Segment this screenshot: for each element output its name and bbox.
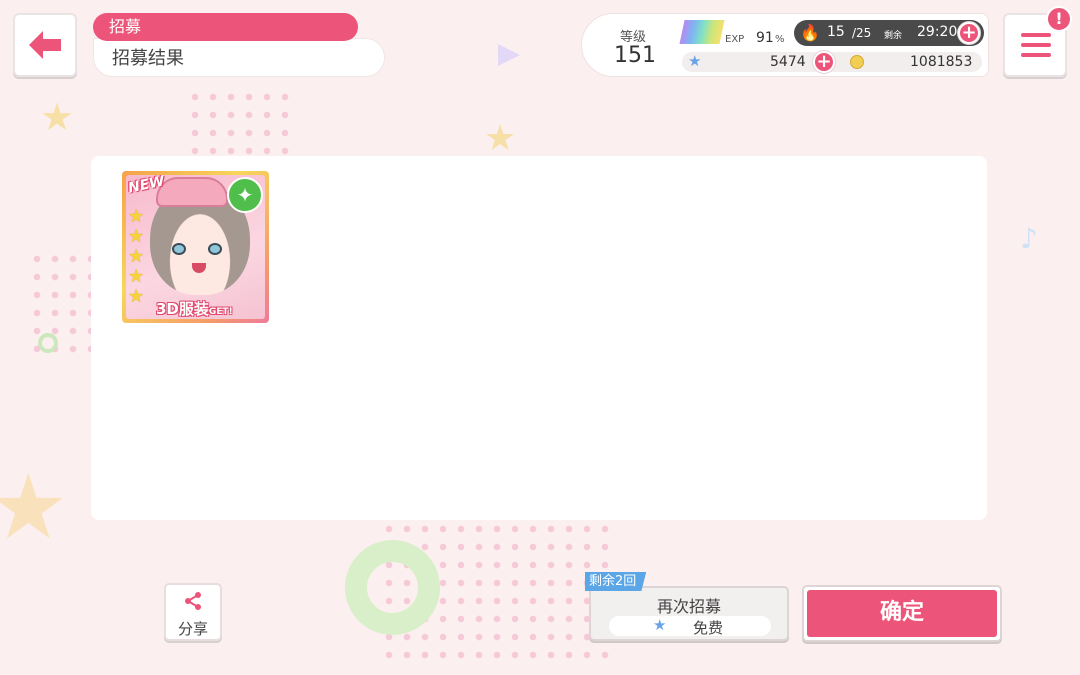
exp-rainbow-icon (679, 20, 725, 44)
confirm-button[interactable]: 确定 (802, 585, 1002, 642)
level-value: 151 (614, 43, 656, 68)
left-arrow-icon (29, 31, 61, 59)
coins-value: 1081853 (910, 54, 973, 70)
bg-note: ♪ (1020, 222, 1038, 255)
recruit-again-label: 再次招募 (656, 597, 721, 616)
rarity-star-icon: ★ (128, 206, 145, 227)
bg-triangle (498, 44, 520, 66)
bg-star: ★ (40, 95, 75, 139)
page-header: 招募结果 招募 (93, 13, 385, 77)
exp-value: 91 (756, 30, 774, 46)
stamina-remain-label: 剩余 (884, 31, 903, 41)
star-gem-icon: ★ (688, 52, 702, 70)
page-title: 招募结果 (93, 38, 385, 77)
stamina-bar: 🔥 15 /25 剩余 29:20 (794, 20, 984, 46)
hamburger-menu-icon (1021, 33, 1051, 37)
costume-bonus-text: 3D服装 (156, 300, 209, 318)
remaining-count-tag: 剩余2回 (585, 572, 647, 591)
add-star-gems-button[interactable]: + (813, 51, 835, 73)
rarity-star-icon: ★ (128, 266, 145, 287)
bg-ring (38, 333, 58, 353)
rarity-stars: ★ ★ ★ ★ ★ (128, 207, 148, 307)
confirm-label: 确定 (807, 590, 997, 637)
star-gem-icon: ★ (653, 616, 667, 634)
attribute-icon: ✦ (227, 177, 263, 213)
costume-bonus-suffix: GET! (208, 307, 233, 317)
costume-bonus-label: 3D服装GET! (156, 298, 233, 319)
recruit-again-button[interactable]: 再次招募 ★ 免费 (589, 586, 789, 641)
bg-star: ★ (484, 118, 517, 159)
add-stamina-button[interactable]: + (958, 22, 980, 44)
recruit-cost-value: 免费 (693, 619, 724, 637)
share-icon (166, 591, 220, 614)
section-tag: 招募 (93, 13, 358, 41)
hamburger-menu-icon-bar (1021, 53, 1051, 57)
coin-icon (850, 55, 864, 69)
hamburger-menu-icon-bar (1021, 43, 1051, 47)
bg-star: ★ (0, 455, 69, 560)
stamina-timer: 29:20 (917, 24, 958, 40)
rarity-star-icon: ★ (128, 286, 145, 307)
character-eye (208, 243, 222, 255)
recruit-cost: ★ 免费 (609, 616, 771, 637)
bg-ring (345, 540, 440, 635)
exp-unit: % (775, 34, 785, 45)
character-eye (172, 243, 186, 255)
exp-label: EXP (725, 34, 745, 45)
star-gems-value: 5474 (770, 54, 806, 70)
share-icon-glyph (185, 592, 201, 610)
notification-alert-icon[interactable]: ! (1046, 6, 1072, 32)
rarity-star-icon: ★ (128, 246, 145, 267)
rarity-star-icon: ★ (128, 226, 145, 247)
player-status-panel: 等级 151 EXP 91 % 🔥 15 /25 剩余 29:20 + ★ 54… (581, 13, 989, 77)
share-label: 分享 (177, 620, 208, 638)
share-button[interactable]: 分享 (164, 583, 222, 641)
stamina-max: /25 (852, 26, 872, 40)
flame-icon: 🔥 (800, 23, 820, 42)
result-card[interactable]: NEW ✦ ★ ★ ★ ★ ★ 3D服装GET! (122, 171, 269, 323)
back-button[interactable] (13, 13, 77, 77)
card-art: NEW ✦ ★ ★ ★ ★ ★ 3D服装GET! (126, 175, 265, 319)
stamina-current: 15 (827, 24, 845, 40)
